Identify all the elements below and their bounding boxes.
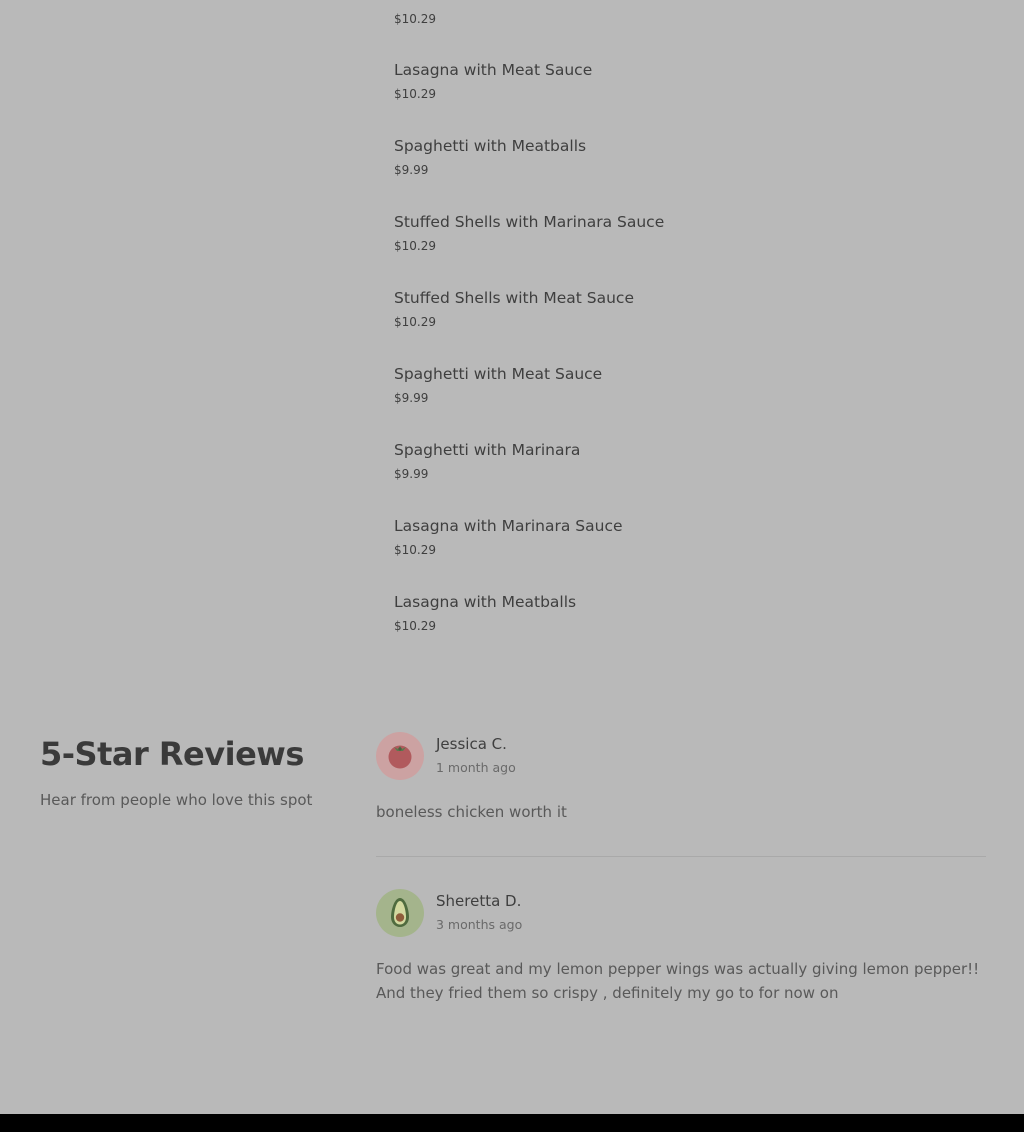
reviews-title: 5-Star Reviews <box>40 735 304 773</box>
reviewer-avatar <box>376 732 424 780</box>
menu-item-name: Spaghetti with Meat Sauce <box>394 365 603 383</box>
menu-item-name: Lasagna with Meatballs <box>394 593 577 611</box>
menu-item-name: Lasagna with Marinara Sauce <box>394 517 623 535</box>
menu-item-price: $10.29 <box>394 315 436 329</box>
menu-item-price: $9.99 <box>394 467 429 481</box>
review-divider <box>376 856 986 857</box>
reviewer-name: Sheretta D. <box>436 892 522 910</box>
menu-item-name: Stuffed Shells with Meat Sauce <box>394 289 634 307</box>
menu-item[interactable]: Lasagna with Meatballs $10.29 <box>394 592 994 652</box>
menu-item-price: $10.29 <box>394 12 436 26</box>
review-time: 1 month ago <box>436 760 516 775</box>
menu-item-name: Spaghetti with Marinara <box>394 441 581 459</box>
menu-item-price: $9.99 <box>394 163 429 177</box>
reviews-subtitle: Hear from people who love this spot <box>40 791 313 809</box>
avocado-icon <box>391 898 409 927</box>
menu-item-name: Spaghetti with Meatballs <box>394 137 587 155</box>
menu-item[interactable]: Stuffed Shells with Meat Sauce $10.29 <box>394 288 994 348</box>
menu-item-price: $10.29 <box>394 543 436 557</box>
menu-item[interactable]: Spaghetti with Marinara $9.99 <box>394 440 994 500</box>
review-card: Sheretta D. 3 months ago Food was great … <box>376 889 986 1019</box>
review-text: Food was great and my lemon pepper wings… <box>376 960 980 1002</box>
menu-item-name: Lasagna with Meat Sauce <box>394 61 593 79</box>
menu-item-name: Stuffed Shells with Marinara Sauce <box>394 213 665 231</box>
menu-item[interactable]: Lasagna with Marinara Sauce $10.29 <box>394 516 994 576</box>
review-time: 3 months ago <box>436 917 523 932</box>
footer-bar <box>0 1114 1024 1132</box>
menu-item[interactable]: Lasagna with Meat Sauce $10.29 <box>394 60 994 120</box>
review-card: Jessica C. 1 month ago boneless chicken … <box>376 732 986 832</box>
menu-item[interactable]: Stuffed Shells with Marinara Sauce $10.2… <box>394 212 994 272</box>
review-text: boneless chicken worth it <box>376 803 567 821</box>
reviewer-avatar <box>376 889 424 937</box>
tomato-icon <box>388 745 412 769</box>
menu-item-price: $10.29 <box>394 87 436 101</box>
menu-item[interactable]: Spaghetti with Meat Sauce $9.99 <box>394 364 994 424</box>
menu-item-price: $9.99 <box>394 391 429 405</box>
menu-item-price: $10.29 <box>394 239 436 253</box>
menu-item[interactable]: Spaghetti with Meatballs $9.99 <box>394 136 994 196</box>
menu-item-price: $10.29 <box>394 619 436 633</box>
reviewer-name: Jessica C. <box>436 735 507 753</box>
